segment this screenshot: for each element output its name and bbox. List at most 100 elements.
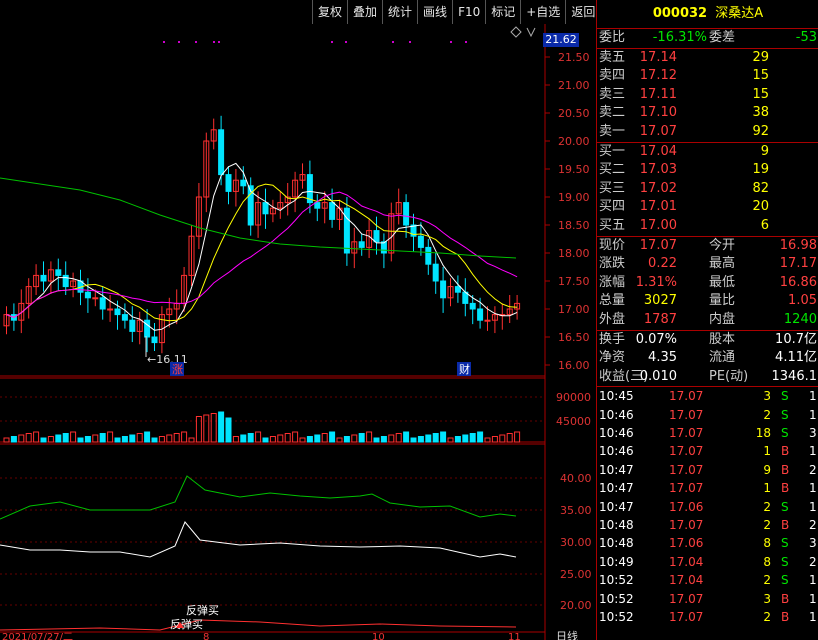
tick-price: 17.07 <box>669 481 704 496</box>
tick-side: B <box>781 609 790 624</box>
volume-bar <box>232 436 239 443</box>
tick-volume: 8 <box>763 536 771 551</box>
candle-body <box>484 319 491 322</box>
tick-side: B <box>781 444 790 459</box>
candle-body <box>151 336 158 344</box>
volume-bar <box>144 431 151 443</box>
volume-bar <box>306 436 313 443</box>
quote-row: 涨跌 0.22 最高 17.17 <box>597 255 818 274</box>
quote-value: 16.98 <box>779 237 817 253</box>
candle-body <box>218 129 225 176</box>
volume-bar <box>84 436 91 443</box>
quote-label: 内盘 <box>709 311 736 327</box>
tick-price: 17.04 <box>669 554 704 569</box>
ma20-line <box>6 191 518 318</box>
candle-body <box>329 202 336 220</box>
toolbar-button-0[interactable]: 复权 <box>312 0 347 24</box>
stock-name: 深桑达A <box>715 6 764 21</box>
indicator-lines <box>0 475 517 631</box>
stock-title[interactable]: 000032 深桑达A <box>597 0 818 29</box>
sell-row[interactable]: 卖二 17.10 38 <box>597 104 818 123</box>
toolbar-button-4[interactable]: F10 <box>452 0 485 24</box>
buy-row[interactable]: 买五 17.00 6 <box>597 217 818 236</box>
volume-bar <box>447 437 454 443</box>
volume-tick-label: 45000 <box>556 415 591 428</box>
volume-bar <box>462 434 469 443</box>
event-dot <box>218 41 220 43</box>
weibi-row: 委比 -16.31% 委差 -53 <box>597 29 818 49</box>
price-axis: 21.50 21.00 20.50 20.00 19.50 19.00 18.50 18.00… <box>545 51 592 612</box>
event-dot <box>409 41 411 43</box>
buy-row[interactable]: 买三 17.02 82 <box>597 180 818 199</box>
fund-label: 股本 <box>709 331 736 347</box>
volume-bar <box>395 433 402 443</box>
tick-list[interactable]: 10:45 17.07 3 S 1 10:46 17.07 2 S 1 10:46 17.07 18 S 3… <box>597 387 818 626</box>
buy-row[interactable]: 买一 17.04 9 <box>597 143 818 162</box>
toolbar: 复权 叠加 统计 画线 F10 标记 +自选 返回 <box>312 0 601 24</box>
event-dot <box>345 41 347 43</box>
candle-body <box>114 308 121 316</box>
tick-volume: 3 <box>763 591 771 606</box>
volume-bar <box>358 433 365 443</box>
sell-price: 17.11 <box>639 86 677 102</box>
toolbar-button-3[interactable]: 画线 <box>417 0 452 24</box>
toolbar-button-6[interactable]: +自选 <box>520 0 565 24</box>
kline-chart-area[interactable]: 21.50 21.00 20.50 20.00 19.50 19.00 18.50 18.00… <box>0 0 596 640</box>
buy-price: 17.03 <box>639 162 677 178</box>
tick-volume: 1 <box>763 481 771 496</box>
fund-value: 0.010 <box>639 368 677 384</box>
volume-bar <box>299 437 306 443</box>
sell-price: 17.12 <box>639 68 677 84</box>
volume-bar <box>210 413 217 443</box>
tick-time: 10:45 <box>599 389 634 404</box>
tick-side: S <box>781 573 789 588</box>
candle-body <box>425 246 432 265</box>
stock-code: 000032 <box>652 6 708 21</box>
weibi-label: 委比 <box>599 30 626 45</box>
quote-value: 3027 <box>643 293 677 309</box>
volume-bar <box>425 434 432 443</box>
tick-price: 17.07 <box>669 444 704 459</box>
tick-volume: 9 <box>763 462 771 477</box>
price-tick-label: 20.00 <box>558 135 590 148</box>
volume-bar <box>107 431 114 443</box>
quote-label: 今开 <box>709 237 736 253</box>
volume-bar <box>417 436 424 443</box>
toolbar-button-2[interactable]: 统计 <box>382 0 417 24</box>
toolbar-button-1[interactable]: 叠加 <box>347 0 382 24</box>
tick-time: 10:47 <box>599 481 634 496</box>
event-dot <box>331 41 333 43</box>
quote-value: 1787 <box>643 311 677 327</box>
tick-count: 1 <box>809 573 817 588</box>
volume-bar <box>77 437 84 443</box>
tick-row: 10:45 17.07 3 S 1 <box>597 387 818 405</box>
sell-row[interactable]: 卖四 17.12 15 <box>597 67 818 86</box>
indicator-tick-label: 25.00 <box>560 568 592 581</box>
tick-count: 2 <box>809 462 817 477</box>
buy-row[interactable]: 买四 17.01 20 <box>597 198 818 217</box>
event-dot <box>465 41 467 43</box>
tick-time: 10:48 <box>599 536 634 551</box>
sell-qty: 15 <box>752 68 769 84</box>
volume-bar <box>469 433 476 443</box>
indicator-line-red <box>0 619 517 631</box>
quote-value: 1.31% <box>635 274 677 290</box>
sell-row[interactable]: 卖五 17.14 29 <box>597 49 818 68</box>
tick-volume: 3 <box>763 389 771 404</box>
volume-bar <box>47 436 54 443</box>
sell-row[interactable]: 卖三 17.11 15 <box>597 86 818 105</box>
chevron-down-icon <box>526 27 536 38</box>
volume-bar <box>514 431 521 443</box>
sell-row[interactable]: 卖一 17.07 92 <box>597 123 818 142</box>
volume-bar <box>195 416 202 443</box>
sell-price: 17.14 <box>639 49 677 65</box>
volume-bar <box>136 433 143 443</box>
buy-row[interactable]: 买二 17.03 19 <box>597 161 818 180</box>
candle-body <box>380 241 387 254</box>
volume-bar <box>484 437 491 443</box>
toolbar-button-5[interactable]: 标记 <box>485 0 520 24</box>
volume-bar <box>121 436 128 443</box>
tick-side: S <box>781 426 789 441</box>
fundamentals: 换手 0.07% 股本 10.7亿 净资 4.35 流通 4.11亿 收益(三) 0.010 PE(… <box>597 331 818 388</box>
indicator-tick-label: 40.00 <box>560 472 592 485</box>
